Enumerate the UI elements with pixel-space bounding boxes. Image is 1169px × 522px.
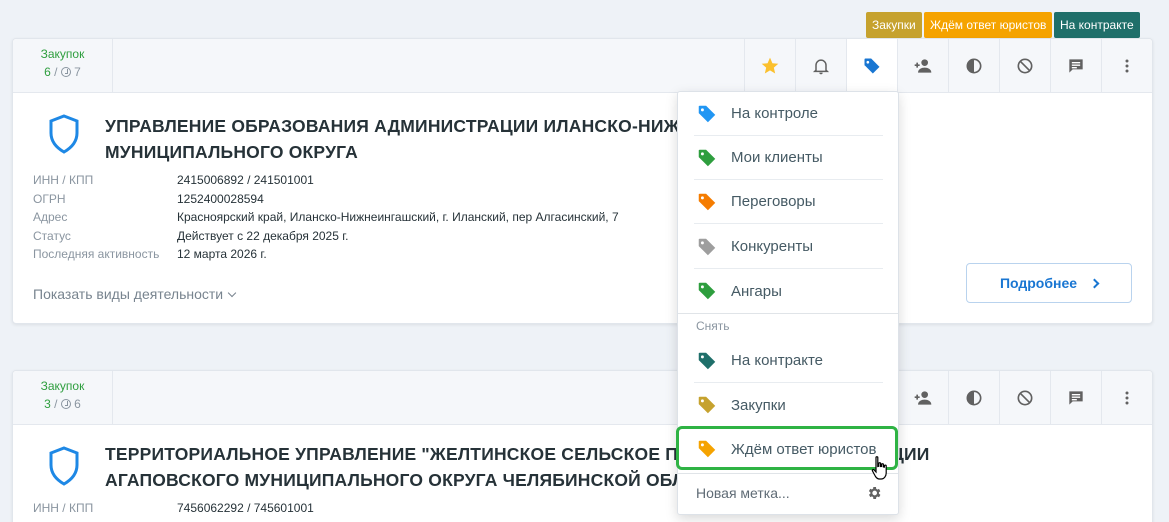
clock-icon	[60, 67, 71, 77]
block-button[interactable]	[999, 39, 1050, 93]
purchases-active-count: 7	[74, 65, 81, 79]
card-actions	[744, 39, 1152, 93]
tag-icon	[698, 105, 716, 122]
comment-button[interactable]	[1050, 39, 1101, 93]
contrast-button[interactable]	[948, 371, 999, 425]
tag-icon	[698, 238, 716, 255]
tag-icon	[698, 193, 716, 210]
contrast-icon	[966, 58, 982, 74]
add-user-button[interactable]	[897, 39, 948, 93]
bell-icon	[812, 59, 830, 75]
tag-icon	[698, 352, 716, 369]
purchases-label: Закупок	[40, 379, 85, 393]
purchases-stats[interactable]: Закупок 3 / 6	[13, 371, 113, 425]
purchases-count: 3	[44, 397, 51, 411]
shield-icon	[49, 446, 79, 486]
star-icon	[761, 57, 779, 74]
chevron-right-icon	[1089, 278, 1100, 288]
tag-option-hangars[interactable]: Ангары	[694, 269, 883, 313]
remove-tag-on-contract[interactable]: На контракте	[694, 339, 883, 383]
details-button[interactable]: Подробнее	[966, 263, 1132, 303]
contrast-icon	[966, 390, 982, 406]
purchases-label: Закупок	[40, 47, 85, 61]
organization-details: ИНН / КПП 7456062292 / 745601001	[33, 501, 314, 515]
block-icon	[1017, 58, 1033, 74]
tag-chip-on-contract[interactable]: На контракте	[1054, 12, 1140, 38]
tag-icon	[698, 149, 716, 166]
purchases-active-count: 6	[74, 397, 81, 411]
more-menu-button[interactable]	[1101, 371, 1152, 425]
favorite-button[interactable]	[744, 39, 795, 93]
person-add-icon	[914, 59, 932, 73]
comment-icon	[1069, 59, 1083, 73]
contrast-button[interactable]	[948, 39, 999, 93]
add-user-button[interactable]	[897, 371, 948, 425]
block-icon	[1017, 390, 1033, 406]
tag-icon	[698, 282, 716, 300]
organization-card: Закупок 3 / 6 ТЕРРИТОРИАЛЬНОЕ УПРАВЛЕНИЕ…	[12, 370, 1153, 522]
tag-dropdown-menu: На контроле Мои клиенты Переговоры Конку…	[676, 91, 899, 515]
tag-option-on-control[interactable]: На контроле	[694, 92, 883, 136]
new-tag-button[interactable]: Новая метка...	[696, 485, 790, 501]
tag-icon	[864, 58, 880, 74]
tag-icon	[698, 396, 716, 414]
hand-cursor-icon	[871, 456, 887, 480]
more-menu-button[interactable]	[1101, 39, 1152, 93]
remove-section-label: Снять	[696, 319, 730, 333]
remove-tag-waiting-lawyers[interactable]: Ждём ответ юристов	[694, 427, 883, 471]
tag-option-negotiations[interactable]: Переговоры	[694, 180, 883, 224]
block-button[interactable]	[999, 371, 1050, 425]
divider	[678, 313, 898, 314]
purchases-stats[interactable]: Закупок 6 / 7	[13, 39, 113, 93]
organization-details: ИНН / КПП 2415006892 / 241501001 ОГРН 1252…	[33, 173, 619, 261]
tag-button[interactable]	[846, 39, 897, 93]
tag-chip-zakupki[interactable]: Закупки	[866, 12, 922, 38]
chevron-down-icon	[227, 288, 237, 298]
notify-button[interactable]	[795, 39, 846, 93]
gear-icon[interactable]	[866, 485, 882, 501]
clock-icon	[60, 399, 71, 409]
person-add-icon	[914, 391, 932, 405]
more-vert-icon	[1125, 59, 1129, 73]
purchases-count: 6	[44, 65, 51, 79]
shield-icon	[49, 114, 79, 154]
organization-card: Закупок 6 / 7 УПРАВЛЕНИЕ ОБРАЗОВАНИЯ АДМ…	[12, 38, 1153, 324]
card-header: Закупок 6 / 7	[13, 39, 1152, 93]
tag-chip-waiting-lawyers[interactable]: Ждём ответ юристов	[924, 12, 1053, 38]
divider	[678, 473, 898, 474]
organization-name[interactable]: УПРАВЛЕНИЕ ОБРАЗОВАНИЯ АДМИНИСТРАЦИИ ИЛА…	[105, 113, 685, 165]
show-activities-toggle[interactable]: Показать виды деятельности	[33, 286, 237, 302]
more-vert-icon	[1125, 391, 1129, 405]
comment-button[interactable]	[1050, 371, 1101, 425]
tag-option-my-clients[interactable]: Мои клиенты	[694, 136, 883, 180]
tag-option-competitors[interactable]: Конкуренты	[694, 225, 883, 269]
card-header: Закупок 3 / 6	[13, 371, 1152, 425]
comment-icon	[1069, 391, 1083, 405]
remove-tag-zakupki[interactable]: Закупки	[694, 383, 883, 427]
tag-icon	[698, 440, 716, 458]
